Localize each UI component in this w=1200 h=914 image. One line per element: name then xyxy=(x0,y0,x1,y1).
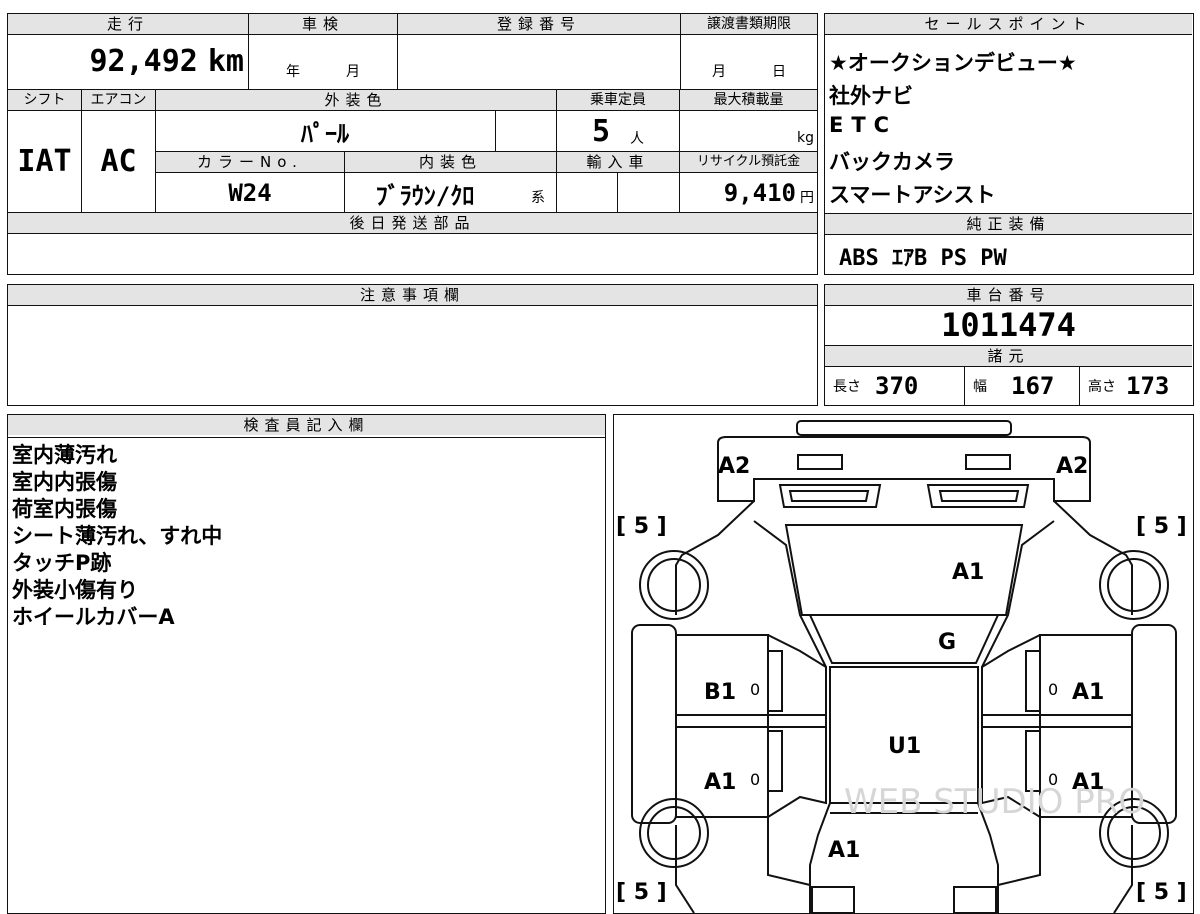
header-shift: シフト xyxy=(8,90,81,110)
inspector-note: タッチP跡 xyxy=(12,551,112,575)
inspector-note: ホイールカバーA xyxy=(12,605,175,629)
label-back-door: A1 xyxy=(828,838,860,863)
recycle-fee-value: 9,410 円 xyxy=(723,179,814,207)
inspector-note: 室内薄汚れ xyxy=(12,443,117,467)
header-aircon: エアコン xyxy=(82,90,155,110)
inspector-note: シート薄汚れ、すれ中 xyxy=(12,524,223,548)
label-windshield: G xyxy=(938,630,956,655)
header-import: 輸入車 xyxy=(557,152,679,172)
mileage-value: 92,492 km xyxy=(89,43,245,79)
header-registration: 登録番号 xyxy=(398,14,680,34)
notes-box: 注意事項欄 xyxy=(7,284,818,406)
header-max-load: 最大積載量 xyxy=(680,90,817,110)
mark-zero: 0 xyxy=(1048,680,1058,699)
interior-color-value: ﾌﾞﾗｳﾝ/ｸﾛ xyxy=(375,181,475,210)
header-inspector: 検査員記入欄 xyxy=(8,415,605,435)
mark-zero: 0 xyxy=(750,770,760,789)
standard-equipment-value: ABS ｴｱB PS PW xyxy=(839,246,1007,271)
inspection-date: 年月 xyxy=(286,64,360,80)
interior-color-suffix: 系 xyxy=(531,190,545,206)
header-sales-points: セールスポイント xyxy=(825,14,1192,34)
shift-value: IAT xyxy=(17,143,72,179)
transfer-deadline-date: 月日 xyxy=(712,64,786,80)
sales-point-item: ★オークションデビュー★ xyxy=(829,51,1077,75)
exterior-color-value: ﾊﾟｰﾙ xyxy=(301,119,349,148)
tire-grade-rear-left: [ 5 ] xyxy=(616,880,667,905)
label-rear-door-right: A1 xyxy=(1072,680,1104,705)
label-front-door-left: A1 xyxy=(704,770,736,795)
label-rear-door-left: B1 xyxy=(704,680,736,705)
spec-length: 長さ 370 xyxy=(833,372,919,400)
chassis-no-value: 1011474 xyxy=(941,306,1076,344)
sales-point-item: バックカメラ xyxy=(829,150,955,174)
tire-grade-front-right: [ 5 ] xyxy=(1136,514,1187,539)
color-no-value: W24 xyxy=(228,179,272,207)
header-color-no: カラーNo. xyxy=(156,152,344,172)
label-hood: A1 xyxy=(952,560,984,585)
inspector-note: 外装小傷有り xyxy=(12,578,138,602)
mark-zero: 0 xyxy=(1048,770,1058,789)
header-inspection: 車検 xyxy=(249,14,397,34)
sales-point-item: 社外ナビ xyxy=(829,84,913,108)
tire-grade-rear-right: [ 5 ] xyxy=(1136,880,1187,905)
header-standard-equipment: 純正装備 xyxy=(825,214,1192,234)
header-notes: 注意事項欄 xyxy=(8,285,817,305)
sales-point-item: ETC xyxy=(829,113,898,137)
spec-height: 高さ 173 xyxy=(1088,372,1170,400)
chassis-specs-box: 車台番号 1011474 諸元 長さ 370 幅 167 高さ 173 xyxy=(824,284,1194,406)
label-front-left: A2 xyxy=(718,454,750,479)
header-exterior-color: 外装色 xyxy=(156,90,556,110)
header-interior-color: 内装色 xyxy=(345,152,556,172)
sales-point-item: スマートアシスト xyxy=(829,183,996,207)
aircon-value: AC xyxy=(100,143,137,179)
label-front-door-right: A1 xyxy=(1072,770,1104,795)
header-capacity: 乗車定員 xyxy=(557,90,679,110)
inspector-comments-box: 検査員記入欄 室内薄汚れ 室内内張傷 荷室内張傷 シート薄汚れ、すれ中 タッチP… xyxy=(7,414,606,914)
sales-points-box: セールスポイント ★オークションデビュー★ 社外ナビ ETC バックカメラ スマ… xyxy=(824,13,1194,275)
tire-grade-front-left: [ 5 ] xyxy=(616,514,667,539)
capacity-value: 5人 xyxy=(591,113,645,149)
header-specs: 諸元 xyxy=(825,346,1192,366)
header-recycle-fee: リサイクル預託金 xyxy=(680,152,817,172)
inspector-note: 室内内張傷 xyxy=(12,470,117,494)
inspector-note: 荷室内張傷 xyxy=(12,497,117,521)
mark-zero: 0 xyxy=(750,680,760,699)
vehicle-info-table: 走行 車検 登録番号 譲渡書類期限 92,492 km 年月 月日 シフト エアコ… xyxy=(7,13,818,275)
spec-width: 幅 167 xyxy=(973,372,1055,400)
max-load-value: kg xyxy=(797,130,814,146)
car-diagram: WEB STUDIO PRO A2 A2 A1 G U1 B1 A1 A1 A1… xyxy=(616,420,1187,913)
label-roof: U1 xyxy=(888,734,921,759)
header-chassis-no: 車台番号 xyxy=(825,285,1192,305)
header-transfer-deadline: 譲渡書類期限 xyxy=(681,14,817,34)
header-mileage: 走行 xyxy=(8,14,248,34)
header-later-parts: 後日発送部品 xyxy=(8,213,817,233)
label-front-right: A2 xyxy=(1056,454,1088,479)
car-diagram-box: WEB STUDIO PRO A2 A2 A1 G U1 B1 A1 A1 A1… xyxy=(613,414,1194,914)
